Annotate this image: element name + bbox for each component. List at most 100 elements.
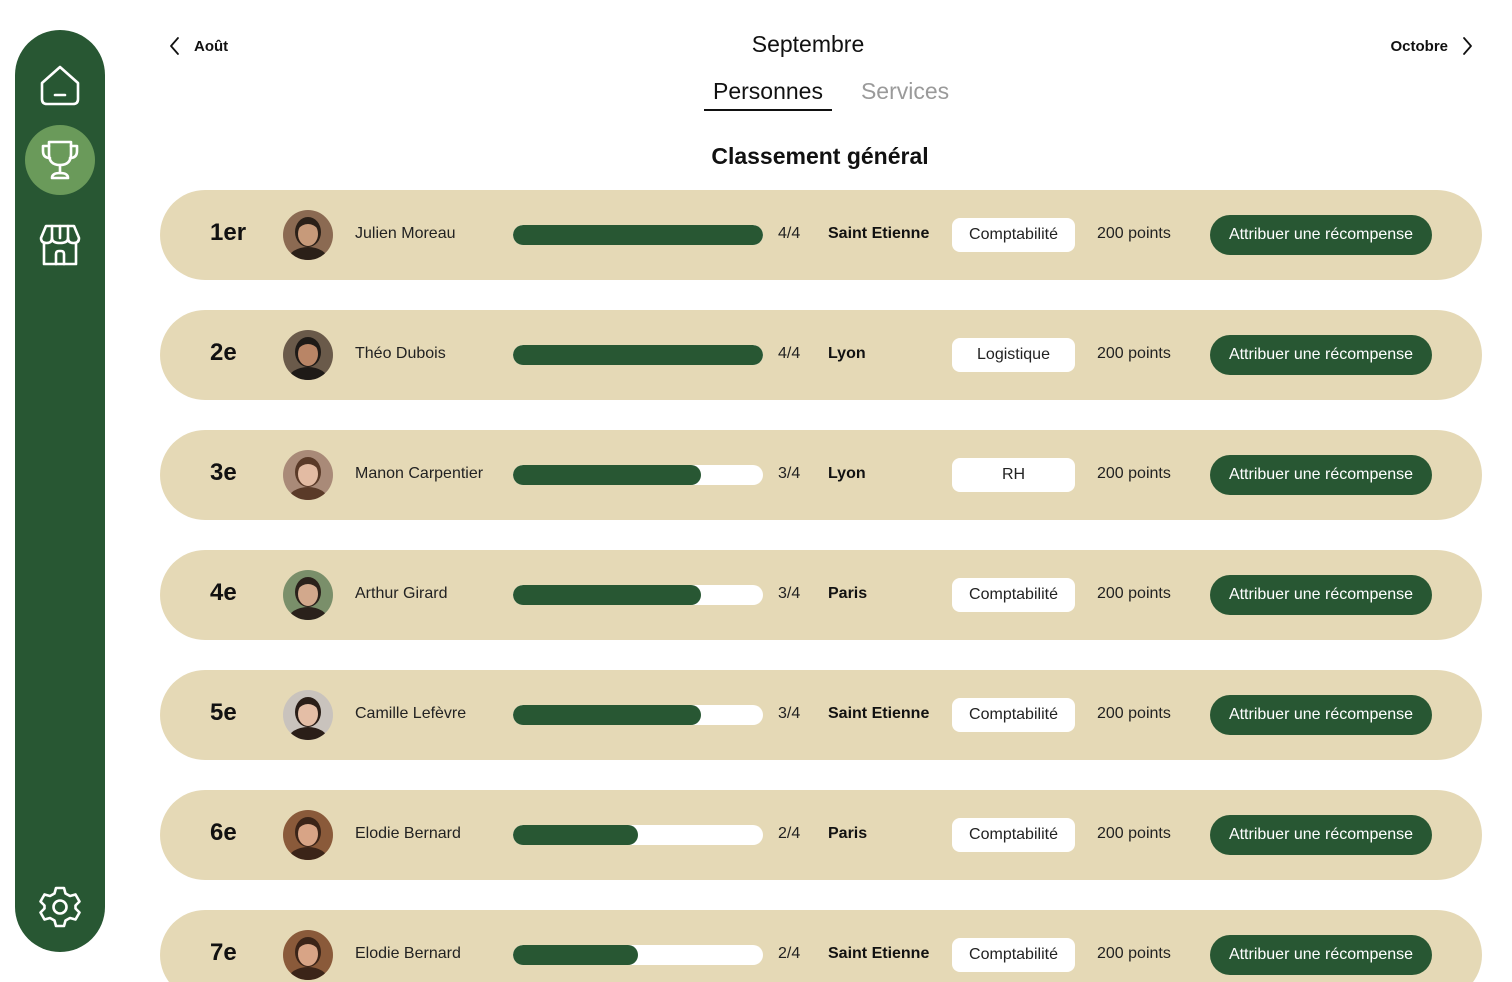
person-name: Julien Moreau (355, 225, 456, 242)
progress-count: 4/4 (778, 345, 801, 362)
ranking-row: 5e Camille Lefèvre 3/4 Saint Etienne Com… (160, 670, 1482, 760)
avatar (283, 330, 333, 380)
points-label: 200 points (1097, 225, 1171, 242)
progress-bar (513, 225, 763, 245)
ranking-row: 3e Manon Carpentier 3/4 Lyon RH 200 poin… (160, 430, 1482, 520)
avatar-photo (283, 570, 333, 620)
progress-bar (513, 945, 763, 965)
city-label: Lyon (828, 345, 866, 362)
progress-bar-fill (513, 225, 763, 245)
points-label: 200 points (1097, 585, 1171, 602)
progress-bar (513, 825, 763, 845)
points-label: 200 points (1097, 345, 1171, 362)
rank-label: 1er (210, 219, 247, 246)
ranking-row: 6e Elodie Bernard 2/4 Paris Comptabilité… (160, 790, 1482, 880)
chevron-right-icon (1463, 37, 1472, 55)
award-reward-button[interactable]: Attribuer une récompense (1210, 695, 1432, 735)
points-label: 200 points (1097, 705, 1171, 722)
avatar-photo (283, 690, 333, 740)
rank-label: 4e (210, 579, 237, 606)
ranking-row: 7e Elodie Bernard 2/4 Saint Etienne Comp… (160, 910, 1482, 982)
award-reward-button[interactable]: Attribuer une récompense (1210, 455, 1432, 495)
award-reward-button[interactable]: Attribuer une récompense (1210, 815, 1432, 855)
progress-bar (513, 585, 763, 605)
person-name: Elodie Bernard (355, 945, 461, 962)
progress-bar (513, 345, 763, 365)
rank-label: 5e (210, 699, 237, 726)
avatar-photo (283, 450, 333, 500)
progress-bar-fill (513, 705, 701, 725)
previous-month-button[interactable]: Août (166, 34, 228, 58)
section-title: Classement général (711, 143, 929, 169)
sidebar-item-store[interactable] (25, 210, 95, 280)
award-reward-button[interactable]: Attribuer une récompense (1210, 935, 1432, 975)
city-label: Saint Etienne (828, 225, 930, 242)
progress-bar-fill (513, 345, 763, 365)
store-icon (39, 224, 81, 266)
sidebar-item-settings[interactable] (25, 872, 95, 942)
sidebar-item-home[interactable] (25, 50, 95, 120)
progress-bar-fill (513, 465, 701, 485)
department-badge: Comptabilité (952, 698, 1075, 732)
department-badge: Comptabilité (952, 818, 1075, 852)
avatar (283, 450, 333, 500)
rank-label: 2e (210, 339, 237, 366)
avatar-photo (283, 930, 333, 980)
trophy-icon (41, 140, 79, 180)
person-name: Arthur Girard (355, 585, 448, 602)
rank-label: 7e (210, 939, 237, 966)
points-label: 200 points (1097, 945, 1171, 962)
chevron-left-icon (170, 37, 179, 55)
person-name: Manon Carpentier (355, 465, 484, 482)
person-name: Théo Dubois (355, 345, 446, 362)
avatar (283, 690, 333, 740)
progress-count: 2/4 (778, 945, 801, 962)
ranking-row: 1er Julien Moreau 4/4 Saint Etienne Comp… (160, 190, 1482, 280)
ranking-row: 4e Arthur Girard 3/4 Paris Comptabilité … (160, 550, 1482, 640)
tab-personnes[interactable]: Personnes (704, 78, 832, 111)
progress-count: 3/4 (778, 705, 801, 722)
person-name: Camille Lefèvre (355, 705, 467, 722)
current-month-title: Septembre (751, 31, 865, 57)
progress-bar-fill (513, 585, 701, 605)
settings-icon (39, 886, 81, 928)
ranking-list: 1er Julien Moreau 4/4 Saint Etienne Comp… (160, 190, 1482, 982)
progress-bar-fill (513, 945, 638, 965)
progress-count: 4/4 (778, 225, 801, 242)
avatar-photo (283, 210, 333, 260)
ranking-row: 2e Théo Dubois 4/4 Lyon Logistique 200 p… (160, 310, 1482, 400)
points-label: 200 points (1097, 465, 1171, 482)
avatar-photo (283, 330, 333, 380)
avatar (283, 810, 333, 860)
rank-label: 6e (210, 819, 237, 846)
city-label: Paris (828, 585, 868, 602)
previous-month-label: Août (194, 37, 229, 55)
progress-count: 3/4 (778, 465, 801, 482)
avatar (283, 570, 333, 620)
person-name: Elodie Bernard (355, 825, 461, 842)
rank-label: 3e (210, 459, 237, 486)
next-month-label: Octobre (1390, 37, 1448, 55)
award-reward-button[interactable]: Attribuer une récompense (1210, 575, 1432, 615)
department-badge: Comptabilité (952, 578, 1075, 612)
avatar-photo (283, 810, 333, 860)
progress-bar (513, 705, 763, 725)
sidebar (15, 30, 105, 952)
avatar (283, 930, 333, 980)
award-reward-button[interactable]: Attribuer une récompense (1210, 215, 1432, 255)
city-label: Paris (828, 825, 868, 842)
progress-bar-fill (513, 825, 638, 845)
city-label: Saint Etienne (828, 705, 930, 722)
next-month-button[interactable]: Octobre (1390, 34, 1476, 58)
award-reward-button[interactable]: Attribuer une récompense (1210, 335, 1432, 375)
city-label: Lyon (828, 465, 866, 482)
department-badge: Logistique (952, 338, 1075, 372)
sidebar-item-leaderboard[interactable] (25, 125, 95, 195)
department-badge: Comptabilité (952, 938, 1075, 972)
tab-services[interactable]: Services (852, 78, 958, 111)
progress-bar (513, 465, 763, 485)
points-label: 200 points (1097, 825, 1171, 842)
home-icon (40, 65, 80, 106)
department-badge: Comptabilité (952, 218, 1075, 252)
progress-count: 3/4 (778, 585, 801, 602)
